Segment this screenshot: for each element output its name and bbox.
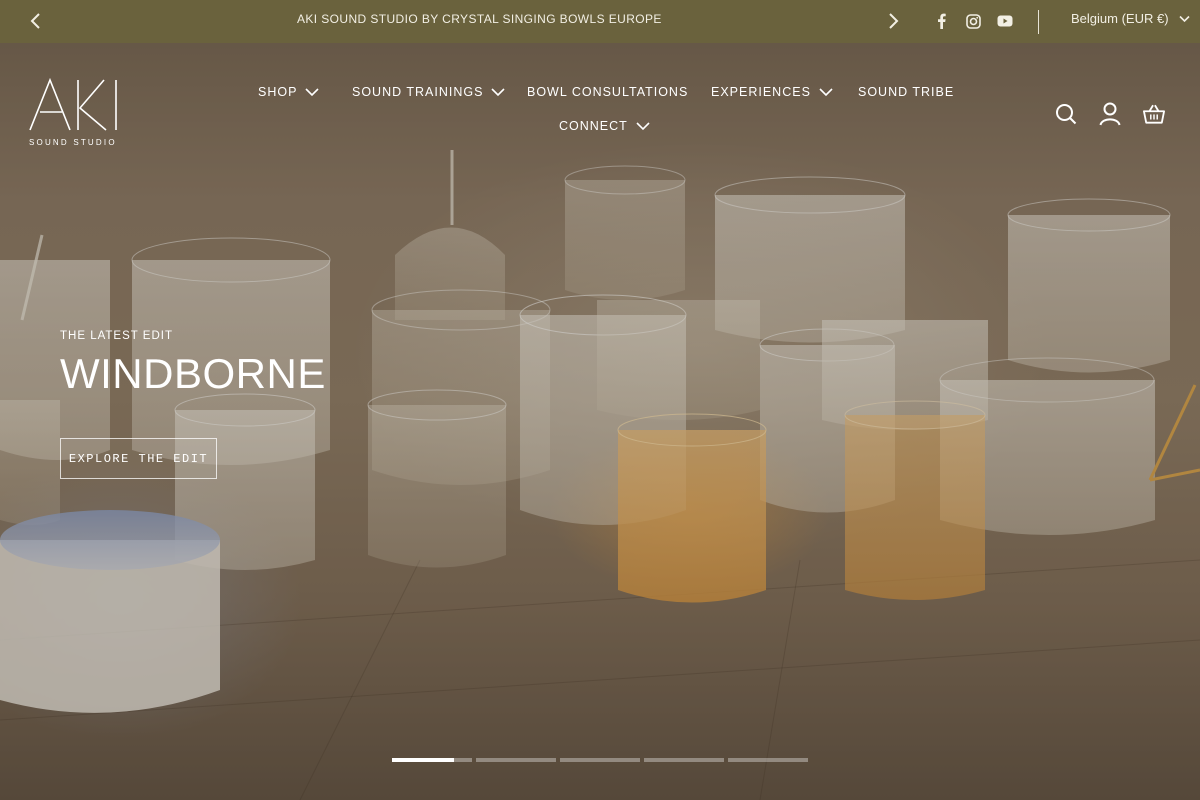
slideshow-indicators	[392, 758, 808, 762]
announcement-next-button[interactable]	[883, 10, 905, 32]
aki-logo-mark	[29, 77, 117, 131]
nav-experiences-label: EXPERIENCES	[711, 85, 811, 99]
youtube-icon	[997, 15, 1013, 27]
explore-edit-button[interactable]: EXPLORE THE EDIT	[60, 438, 217, 479]
cart-icon	[1143, 104, 1165, 124]
nav-connect[interactable]: CONNECT	[559, 119, 650, 133]
account-icon	[1099, 102, 1121, 126]
country-selector-label: Belgium (EUR €)	[1071, 11, 1169, 26]
hero-headline: WINDBORNE	[60, 350, 326, 397]
facebook-link[interactable]	[932, 11, 950, 31]
chevron-down-icon	[491, 88, 506, 97]
nav-shop-label: SHOP	[258, 85, 298, 99]
slide-indicator-4[interactable]	[644, 758, 724, 762]
chevron-down-icon	[636, 122, 650, 131]
chevron-down-icon	[819, 88, 833, 97]
nav-sound-trainings[interactable]: SOUND TRAININGS	[352, 85, 506, 99]
chevron-left-icon	[30, 13, 40, 29]
announcement-bar: AKI SOUND STUDIO BY CRYSTAL SINGING BOWL…	[0, 0, 1200, 43]
cart-button[interactable]	[1143, 102, 1165, 126]
slide-indicator-2[interactable]	[476, 758, 556, 762]
header-actions	[1055, 102, 1165, 126]
brand-logo[interactable]: SOUND STUDIO	[28, 77, 120, 150]
nav-sound-trainings-label: SOUND TRAININGS	[352, 85, 484, 99]
nav-sound-tribe-label: SOUND TRIBE	[858, 85, 955, 99]
social-links	[932, 11, 1014, 31]
slide-indicator-3[interactable]	[560, 758, 640, 762]
youtube-link[interactable]	[996, 11, 1014, 31]
slide-indicator-5[interactable]	[728, 758, 808, 762]
nav-bowl-consultations-label: BOWL CONSULTATIONS	[527, 85, 689, 99]
nav-sound-tribe[interactable]: SOUND TRIBE	[858, 85, 954, 99]
chevron-down-icon	[305, 88, 320, 97]
search-button[interactable]	[1055, 102, 1077, 126]
nav-shop[interactable]: SHOP	[258, 85, 320, 99]
chevron-right-icon	[889, 13, 899, 29]
brand-subtitle: SOUND STUDIO	[29, 138, 117, 147]
nav-bowl-consultations[interactable]: BOWL CONSULTATIONS	[527, 85, 688, 99]
chevron-down-icon	[1178, 15, 1190, 22]
instagram-link[interactable]	[964, 11, 982, 31]
instagram-icon	[965, 13, 981, 29]
topbar-divider	[1038, 10, 1039, 34]
facebook-icon	[937, 13, 946, 29]
account-button[interactable]	[1099, 102, 1121, 126]
search-icon	[1056, 104, 1077, 125]
country-selector[interactable]: Belgium (EUR €)	[1071, 11, 1190, 26]
nav-experiences[interactable]: EXPERIENCES	[711, 85, 833, 99]
slide-indicator-1[interactable]	[392, 758, 472, 762]
slide-progress-fill	[392, 758, 455, 762]
nav-connect-label: CONNECT	[559, 119, 628, 133]
announcement-text: AKI SOUND STUDIO BY CRYSTAL SINGING BOWL…	[297, 12, 662, 26]
announcement-prev-button[interactable]	[24, 10, 46, 32]
hero-eyebrow: THE LATEST EDIT	[60, 330, 173, 342]
